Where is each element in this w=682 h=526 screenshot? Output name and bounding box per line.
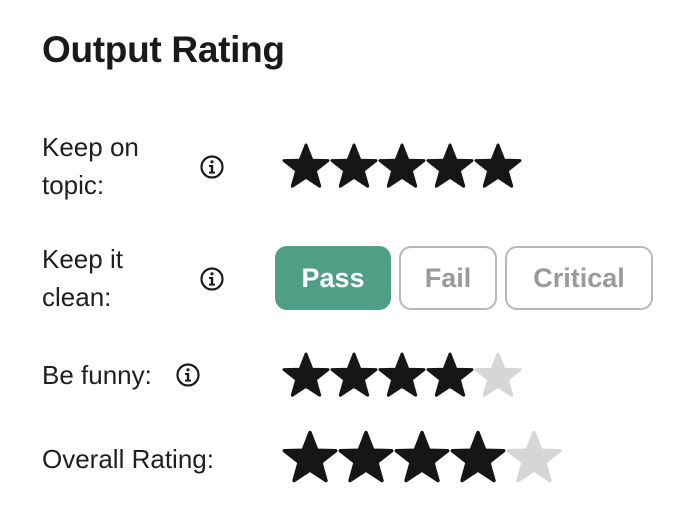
fail-button[interactable]: Fail <box>399 246 497 310</box>
star-filled-icon[interactable] <box>330 352 378 398</box>
star-filled-icon[interactable] <box>474 143 522 189</box>
pass-fail-choice-group: Pass Fail Critical <box>275 246 653 310</box>
criterion-label-keep-it-clean: Keep it clean: <box>42 244 123 312</box>
star-empty-icon[interactable] <box>474 352 522 398</box>
info-circle-icon[interactable] <box>175 362 201 388</box>
star-filled-icon[interactable] <box>282 143 330 189</box>
star-rating-overall[interactable] <box>282 430 562 484</box>
info-circle-icon[interactable] <box>199 154 225 180</box>
criterion-label-be-funny: Be funny: <box>42 360 152 390</box>
star-filled-icon[interactable] <box>282 430 338 484</box>
star-rating-be-funny[interactable] <box>282 352 522 398</box>
critical-button[interactable]: Critical <box>505 246 653 310</box>
star-filled-icon[interactable] <box>450 430 506 484</box>
overall-rating-label: Overall Rating: <box>42 444 214 474</box>
star-filled-icon[interactable] <box>338 430 394 484</box>
star-filled-icon[interactable] <box>426 352 474 398</box>
star-filled-icon[interactable] <box>378 143 426 189</box>
star-filled-icon[interactable] <box>426 143 474 189</box>
pass-button[interactable]: Pass <box>275 246 391 310</box>
star-empty-icon[interactable] <box>506 430 562 484</box>
star-filled-icon[interactable] <box>330 143 378 189</box>
criterion-label-keep-on-topic: Keep on topic: <box>42 132 139 200</box>
star-rating-keep-on-topic[interactable] <box>282 143 522 189</box>
page-title: Output Rating <box>42 29 285 70</box>
star-filled-icon[interactable] <box>378 352 426 398</box>
star-filled-icon[interactable] <box>394 430 450 484</box>
star-filled-icon[interactable] <box>282 352 330 398</box>
info-circle-icon[interactable] <box>199 266 225 292</box>
